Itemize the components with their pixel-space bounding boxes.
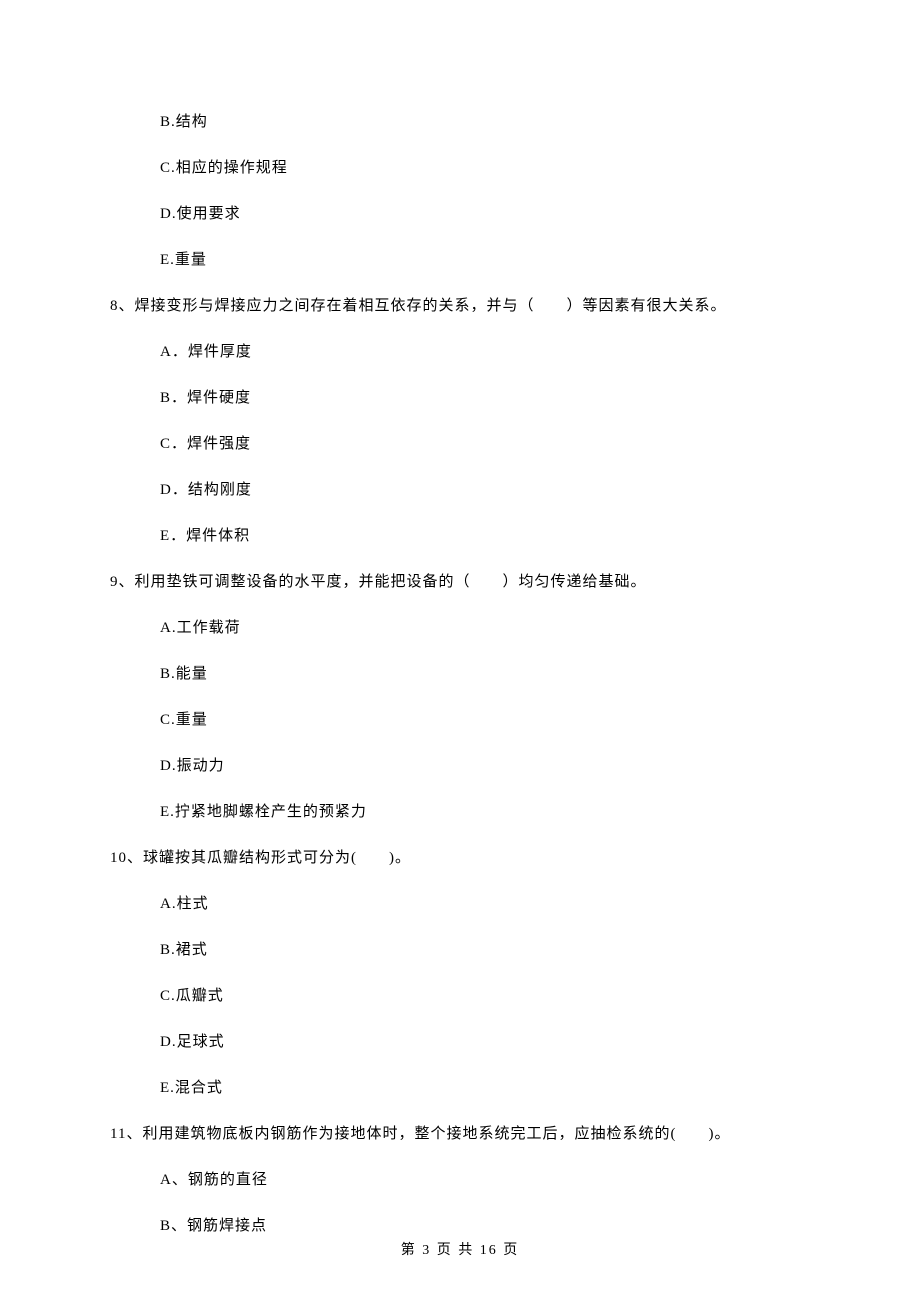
q9-option-c: C.重量	[160, 708, 810, 732]
q10-option-a: A.柱式	[160, 892, 810, 916]
q10-option-b: B.裙式	[160, 938, 810, 962]
q7-option-b: B.结构	[160, 110, 810, 134]
q8-option-d: D．结构刚度	[160, 478, 810, 502]
q11-option-a: A、钢筋的直径	[160, 1168, 810, 1192]
q8-stem: 8、焊接变形与焊接应力之间存在着相互依存的关系，并与（ ）等因素有很大关系。	[110, 294, 810, 318]
q11-option-b: B、钢筋焊接点	[160, 1214, 810, 1238]
q9-option-d: D.振动力	[160, 754, 810, 778]
document-page: B.结构 C.相应的操作规程 D.使用要求 E.重量 8、焊接变形与焊接应力之间…	[0, 0, 920, 1238]
q10-stem: 10、球罐按其瓜瓣结构形式可分为( )。	[110, 846, 810, 870]
q8-option-b: B．焊件硬度	[160, 386, 810, 410]
q8-option-c: C．焊件强度	[160, 432, 810, 456]
q8-option-e: E．焊件体积	[160, 524, 810, 548]
page-footer: 第 3 页 共 16 页	[0, 1240, 920, 1262]
q10-option-c: C.瓜瓣式	[160, 984, 810, 1008]
q7-option-c: C.相应的操作规程	[160, 156, 810, 180]
q9-option-e: E.拧紧地脚螺栓产生的预紧力	[160, 800, 810, 824]
q8-option-a: A．焊件厚度	[160, 340, 810, 364]
q10-option-d: D.足球式	[160, 1030, 810, 1054]
q7-option-e: E.重量	[160, 248, 810, 272]
q11-stem: 11、利用建筑物底板内钢筋作为接地体时，整个接地系统完工后，应抽检系统的( )。	[110, 1122, 810, 1146]
q9-option-b: B.能量	[160, 662, 810, 686]
q9-stem: 9、利用垫铁可调整设备的水平度，并能把设备的（ ）均匀传递给基础。	[110, 570, 810, 594]
q9-option-a: A.工作载荷	[160, 616, 810, 640]
q7-option-d: D.使用要求	[160, 202, 810, 226]
q10-option-e: E.混合式	[160, 1076, 810, 1100]
